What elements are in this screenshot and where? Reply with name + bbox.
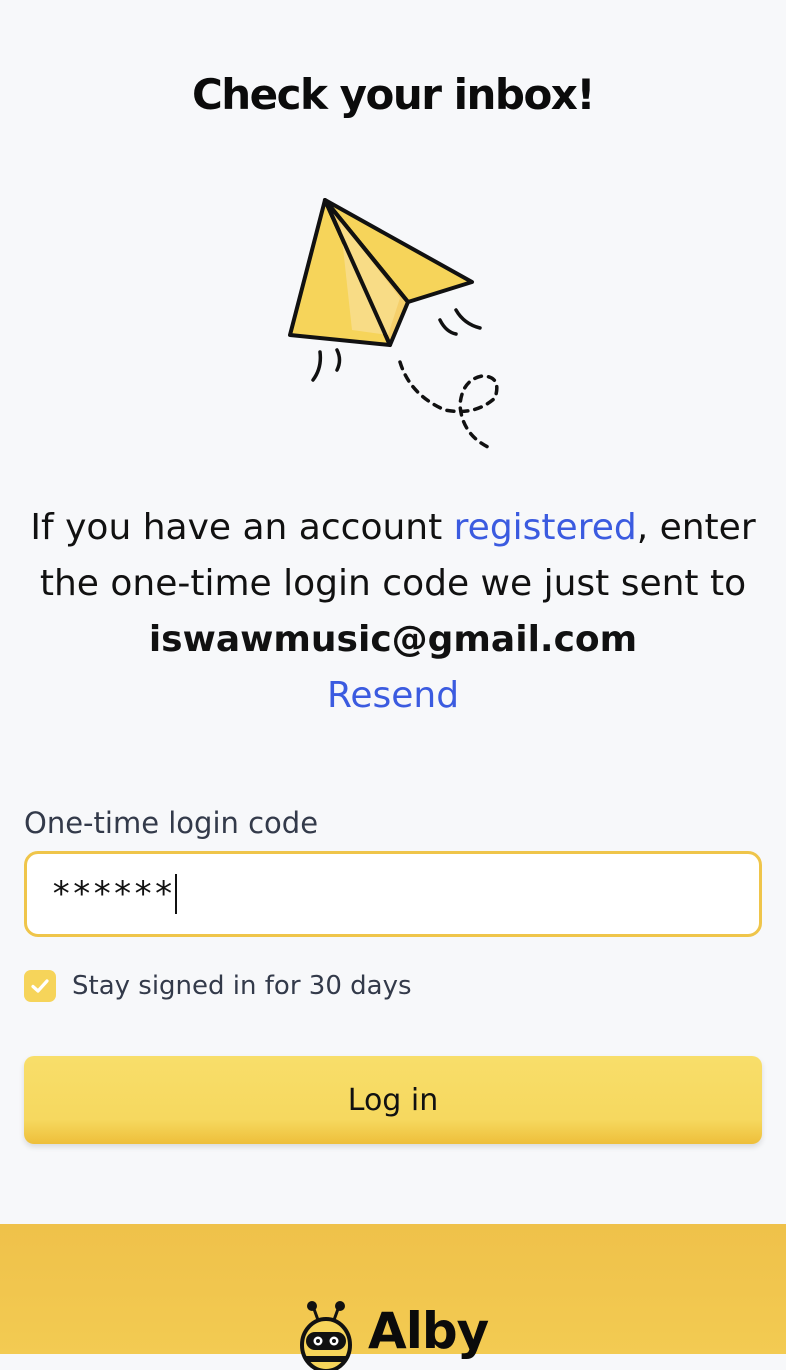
text-caret <box>174 874 177 914</box>
registered-link[interactable]: registered <box>454 507 637 548</box>
instructions-message: If you have an account registered, enter… <box>30 500 756 724</box>
page-title: Check your inbox! <box>191 70 596 119</box>
stay-signed-in-row: Stay signed in for 30 days <box>24 970 412 1002</box>
email-address: iswawmusic@gmail.com <box>148 619 638 660</box>
resend-link[interactable]: Resend <box>327 668 459 724</box>
code-field-label: One-time login code <box>24 806 319 840</box>
login-button[interactable]: Log in <box>24 1056 762 1144</box>
check-icon <box>31 979 49 993</box>
stay-signed-in-checkbox[interactable] <box>24 970 56 1002</box>
login-code-page: Check your inbox! If you have an account… <box>0 0 786 1370</box>
stay-signed-in-label[interactable]: Stay signed in for 30 days <box>72 971 412 1001</box>
paper-plane-icon <box>288 198 499 450</box>
login-code-value: ****** <box>51 874 174 914</box>
alby-brand[interactable]: Alby <box>298 1300 489 1370</box>
message-text-before-link: If you have an account <box>30 507 454 548</box>
alby-bee-icon <box>300 1301 352 1370</box>
brand-name: Alby <box>368 1302 489 1360</box>
login-code-input[interactable]: ****** <box>24 851 762 937</box>
